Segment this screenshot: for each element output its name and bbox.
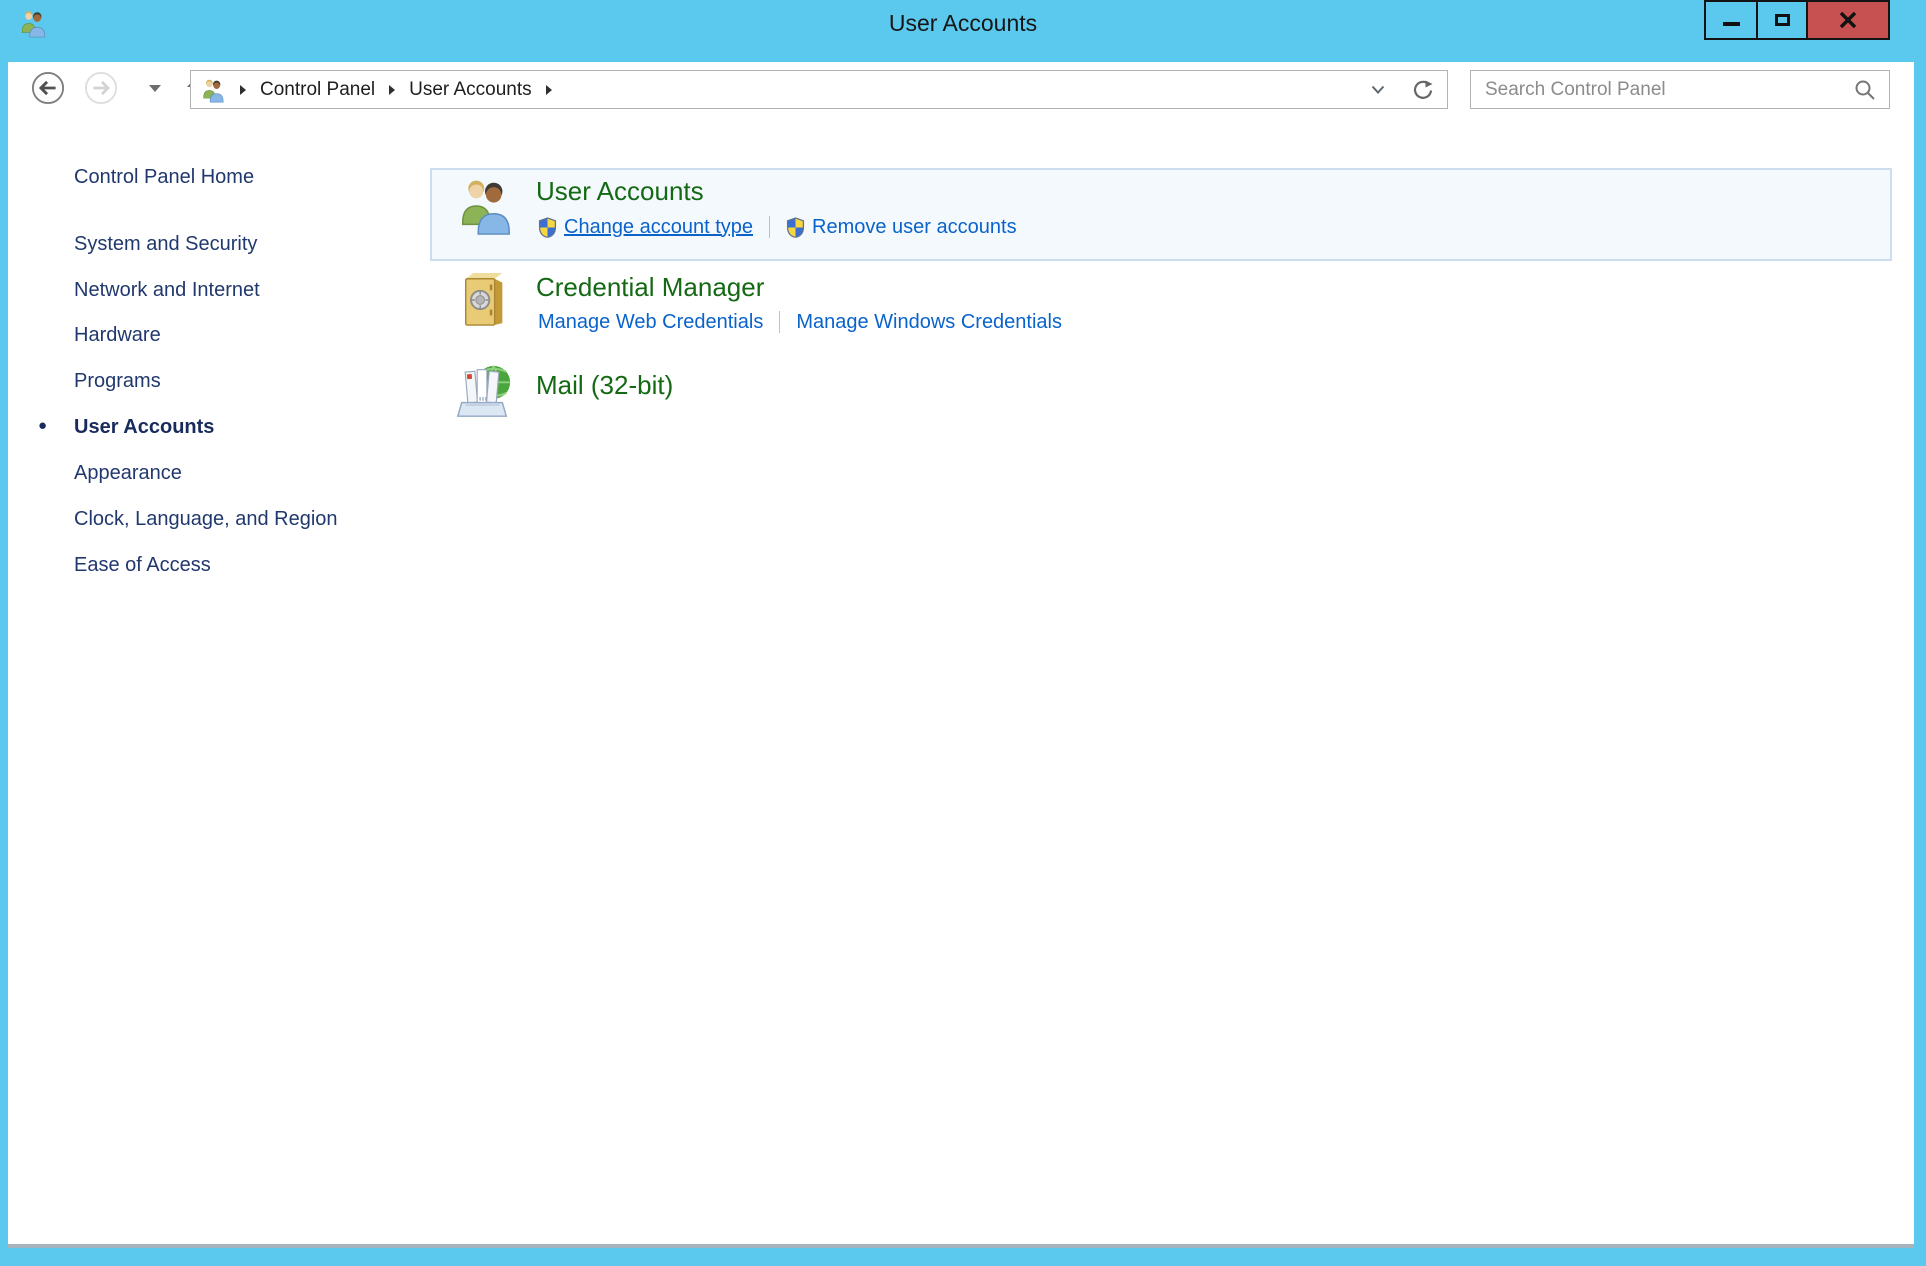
close-button[interactable]: [1806, 0, 1890, 40]
uac-shield-icon: [786, 217, 805, 238]
active-item-bullet: ●: [38, 417, 47, 434]
forward-button[interactable]: [84, 71, 118, 105]
link-separator: [769, 216, 770, 238]
user-accounts-icon[interactable]: [454, 174, 516, 236]
breadcrumb-arrow-icon[interactable]: [546, 85, 552, 95]
sidebar-item-system-and-security[interactable]: System and Security: [74, 233, 257, 256]
breadcrumb-item-user-accounts[interactable]: User Accounts: [409, 79, 532, 101]
breadcrumb-item-control-panel[interactable]: Control Panel: [260, 79, 375, 101]
back-button[interactable]: [31, 71, 65, 105]
breadcrumb-arrow-icon[interactable]: [240, 85, 246, 95]
sidebar-item-appearance[interactable]: Appearance: [74, 462, 182, 485]
credential-manager-safe-icon[interactable]: [458, 268, 512, 330]
sidebar-item-user-accounts[interactable]: User Accounts: [74, 416, 214, 439]
maximize-button[interactable]: [1756, 0, 1808, 40]
sidebar-item-network-and-internet[interactable]: Network and Internet: [74, 279, 260, 302]
sidebar-item-control-panel-home[interactable]: Control Panel Home: [74, 166, 254, 189]
change-account-type-link[interactable]: Change account type: [564, 216, 753, 239]
section-title-mail[interactable]: Mail (32-bit): [536, 370, 673, 401]
refresh-icon[interactable]: [1411, 79, 1433, 101]
address-bar[interactable]: Control Panel User Accounts: [190, 70, 1448, 109]
address-dropdown-chevron-icon[interactable]: [1371, 84, 1385, 96]
window: User Accounts: [0, 0, 1926, 1266]
section-title-user-accounts[interactable]: User Accounts: [536, 176, 704, 207]
sidebar-item-ease-of-access[interactable]: Ease of Access: [74, 554, 211, 577]
minimize-button[interactable]: [1704, 0, 1758, 40]
search-box: [1470, 70, 1890, 109]
magnifier-icon[interactable]: [1853, 78, 1877, 102]
breadcrumb-root-icon[interactable]: [200, 77, 226, 103]
sidebar-item-programs[interactable]: Programs: [74, 370, 161, 393]
maximize-icon: [1775, 14, 1790, 26]
titlebar: User Accounts: [0, 0, 1926, 62]
search-input[interactable]: [1471, 79, 1853, 101]
sidebar-item-clock-language-region[interactable]: Clock, Language, and Region: [74, 508, 338, 531]
manage-windows-credentials-link[interactable]: Manage Windows Credentials: [796, 311, 1062, 334]
uac-shield-icon: [538, 217, 557, 238]
minimize-icon: [1723, 22, 1740, 26]
sidebar-item-hardware[interactable]: Hardware: [74, 324, 161, 347]
breadcrumb-arrow-icon[interactable]: [389, 85, 395, 95]
client-area: Control Panel User Accounts Control Pane…: [8, 62, 1914, 1248]
user-accounts-links: Change account type Remove user accounts: [538, 212, 1017, 242]
credential-manager-links: Manage Web Credentials Manage Windows Cr…: [538, 307, 1062, 337]
caption-buttons: [1704, 0, 1890, 40]
manage-web-credentials-link[interactable]: Manage Web Credentials: [538, 311, 763, 334]
mail-icon[interactable]: [452, 358, 514, 424]
recent-pages-chevron-icon[interactable]: [149, 85, 161, 92]
section-title-credential-manager[interactable]: Credential Manager: [536, 272, 764, 303]
remove-user-accounts-link[interactable]: Remove user accounts: [812, 216, 1017, 239]
link-separator: [779, 311, 780, 333]
close-icon: [1838, 10, 1858, 30]
window-title: User Accounts: [0, 0, 1926, 46]
